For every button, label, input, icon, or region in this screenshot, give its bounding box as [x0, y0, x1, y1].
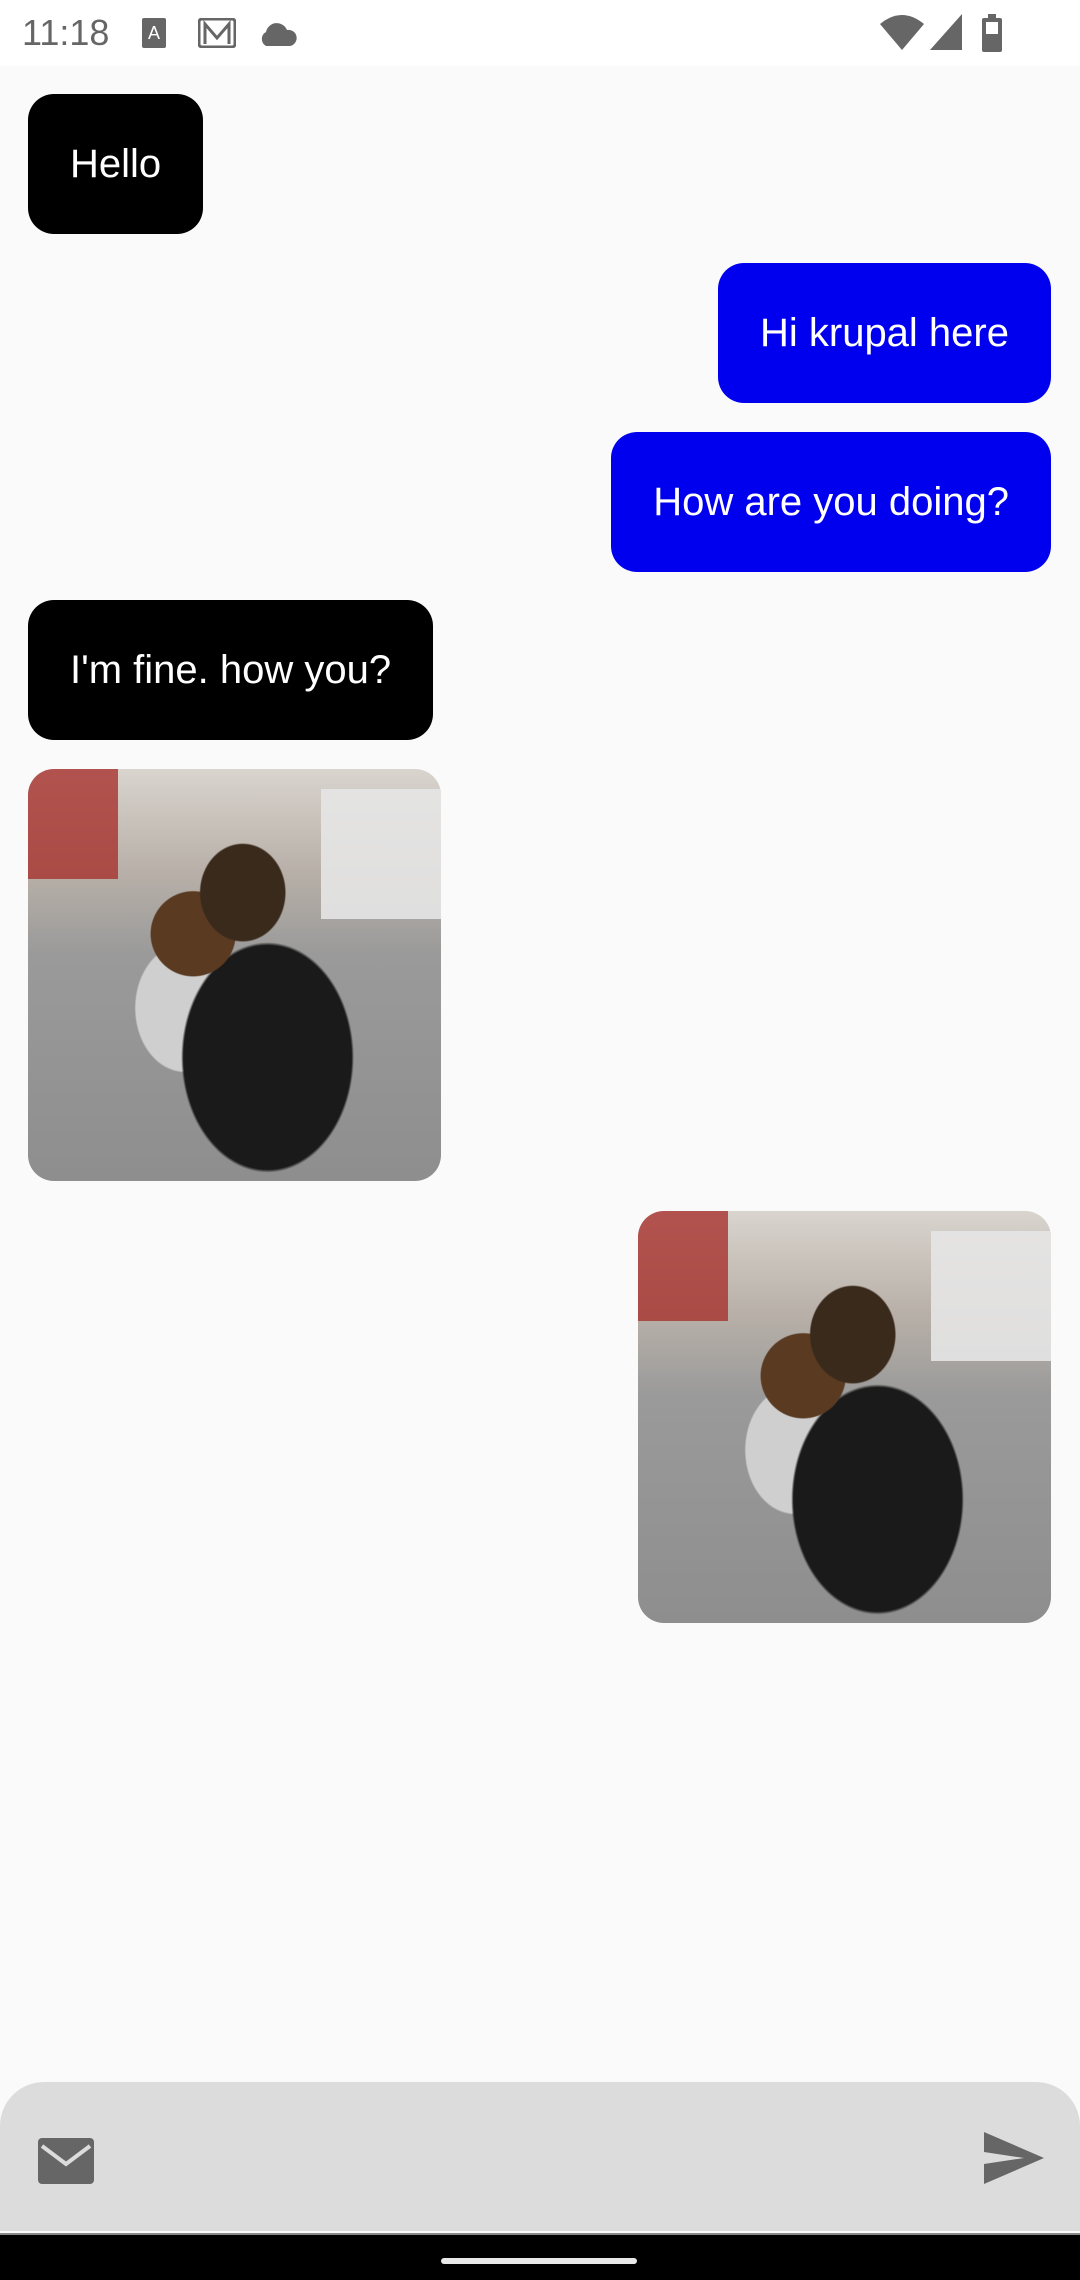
message-input[interactable] — [120, 2112, 950, 2202]
message-composer — [0, 2082, 1080, 2231]
send-icon[interactable] — [984, 2132, 1044, 2184]
photo-detail — [931, 1231, 1051, 1361]
keyboard-a-icon: A — [142, 18, 166, 48]
navigation-bar — [0, 2233, 1080, 2280]
message-bubble-sent[interactable]: How are you doing? — [611, 432, 1051, 572]
image-message-sent[interactable] — [638, 1211, 1051, 1623]
photo-detail — [28, 769, 118, 879]
message-text: I'm fine. how you? — [70, 647, 392, 692]
home-handle[interactable] — [441, 2258, 637, 2264]
message-text: Hello — [70, 141, 162, 186]
message-bubble-received[interactable]: I'm fine. how you? — [28, 600, 434, 740]
photo-detail — [638, 1211, 728, 1321]
message-text: Hi krupal here — [759, 310, 1009, 355]
wifi-icon — [880, 15, 924, 50]
photo-detail — [321, 789, 441, 919]
message-bubble-sent[interactable]: Hi krupal here — [717, 263, 1051, 403]
svg-text:A: A — [148, 23, 160, 43]
signal-icon — [930, 14, 962, 50]
message-bubble-received[interactable]: Hello — [28, 94, 204, 234]
status-bar: 11:18 A — [0, 0, 1080, 66]
battery-icon — [982, 14, 1002, 52]
message-text: How are you doing? — [653, 479, 1009, 524]
image-message-received[interactable] — [28, 769, 441, 1181]
mail-icon[interactable] — [38, 2138, 94, 2184]
cloud-icon — [261, 23, 297, 46]
status-time: 11:18 — [22, 12, 110, 53]
gmail-icon — [198, 18, 236, 48]
